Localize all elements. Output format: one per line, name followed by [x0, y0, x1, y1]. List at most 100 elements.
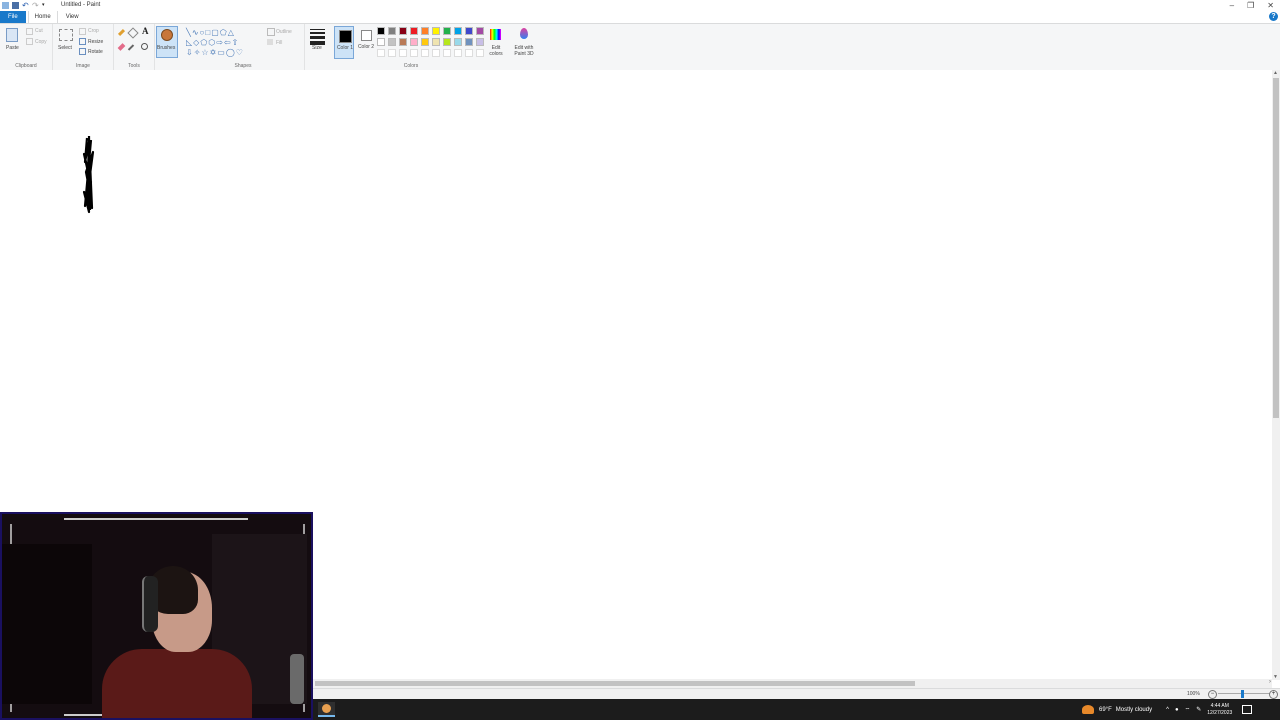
palette-swatch[interactable] — [432, 49, 440, 57]
shapes-gallery[interactable]: ╲∿○□▢⬠△ ◺◇⬠⬡⇨⇦⇧ ⇩✧☆✡▭◯♡ — [186, 28, 258, 57]
magnifier-icon[interactable] — [141, 43, 148, 50]
palette-swatch[interactable] — [476, 38, 484, 46]
palette-swatch[interactable] — [388, 49, 396, 57]
tab-file[interactable]: File — [0, 11, 26, 23]
palette-swatch[interactable] — [377, 49, 385, 57]
horizontal-scroll-thumb[interactable] — [315, 681, 915, 686]
edit-with-paint3d-button[interactable]: Edit with Paint 3D — [511, 45, 537, 57]
notifications-icon[interactable] — [1242, 705, 1253, 714]
redo-icon[interactable]: ↷ — [32, 2, 39, 10]
callout-shape-icon[interactable]: ▭ — [217, 48, 226, 57]
scroll-down-icon[interactable]: ▼ — [1273, 674, 1278, 680]
color2-button[interactable]: Color 2 — [356, 26, 376, 59]
zoom-out-icon[interactable]: − — [1208, 690, 1217, 699]
pencil-icon[interactable] — [117, 28, 126, 37]
color1-button[interactable]: Color 1 — [334, 26, 354, 59]
paint-taskbar-icon[interactable] — [318, 702, 335, 717]
palette-swatch[interactable] — [410, 38, 418, 46]
customize-qat-icon[interactable]: ▾ — [42, 2, 49, 9]
palette-swatch[interactable] — [421, 49, 429, 57]
palette-swatch[interactable] — [454, 27, 462, 35]
up-arrow-shape-icon[interactable]: ⇧ — [232, 38, 240, 47]
palette-swatch[interactable] — [410, 27, 418, 35]
restore-button[interactable]: ❐ — [1247, 1, 1254, 10]
palette-swatch[interactable] — [432, 38, 440, 46]
resize-button[interactable]: Resize — [88, 39, 103, 45]
zoom-slider[interactable] — [1218, 693, 1270, 694]
five-point-star-shape-icon[interactable]: ☆ — [201, 48, 209, 57]
zoom-slider-thumb[interactable] — [1241, 690, 1244, 698]
curve-shape-icon[interactable]: ∿ — [192, 28, 200, 37]
palette-swatch[interactable] — [399, 27, 407, 35]
rounded-rectangle-shape-icon[interactable]: ▢ — [211, 28, 220, 37]
palette-swatch[interactable] — [399, 49, 407, 57]
palette-swatch[interactable] — [421, 38, 429, 46]
palette-swatch[interactable] — [399, 38, 407, 46]
edit-colors-icon[interactable] — [490, 29, 501, 40]
vertical-scroll-thumb[interactable] — [1273, 78, 1279, 418]
show-hidden-icons-icon[interactable]: ^ — [1166, 707, 1169, 713]
paint3d-icon[interactable] — [520, 28, 528, 39]
palette-swatch[interactable] — [454, 49, 462, 57]
select-button[interactable]: Select — [58, 45, 72, 51]
fill-bucket-icon[interactable] — [127, 27, 139, 39]
paste-button[interactable]: Paste — [6, 45, 19, 51]
horizontal-scrollbar[interactable]: › — [313, 679, 1272, 688]
right-arrow-shape-icon[interactable]: ⇨ — [216, 38, 224, 47]
palette-swatch[interactable] — [443, 38, 451, 46]
left-arrow-shape-icon[interactable]: ⇦ — [224, 38, 232, 47]
clock[interactable]: 4:44 AM 12/27/2023 — [1207, 703, 1232, 717]
close-button[interactable]: ✕ — [1267, 1, 1274, 10]
triangle-shape-icon[interactable]: △ — [228, 28, 235, 37]
brushes-button[interactable]: Brushes — [155, 24, 181, 70]
vertical-scrollbar[interactable]: ▲ ▼ — [1272, 70, 1280, 680]
eraser-icon[interactable] — [117, 43, 126, 51]
palette-swatch[interactable] — [432, 27, 440, 35]
copy-button[interactable]: Copy — [35, 39, 47, 45]
oval-callout-shape-icon[interactable]: ◯ — [226, 48, 236, 57]
fill-button[interactable]: Fill — [276, 40, 282, 46]
cut-button[interactable]: Cut — [35, 28, 43, 34]
palette-swatch[interactable] — [443, 49, 451, 57]
heart-shape-icon[interactable]: ♡ — [236, 48, 244, 57]
polygon-shape-icon[interactable]: ⬠ — [220, 28, 228, 37]
scroll-right-icon[interactable]: › — [1269, 679, 1271, 685]
select-icon[interactable] — [59, 29, 73, 41]
paste-icon[interactable] — [6, 28, 18, 42]
palette-swatch[interactable] — [465, 38, 473, 46]
palette-swatch[interactable] — [443, 27, 451, 35]
palette-swatch[interactable] — [476, 27, 484, 35]
palette-swatch[interactable] — [476, 49, 484, 57]
zoom-in-icon[interactable]: + — [1269, 690, 1278, 699]
palette-swatch[interactable] — [388, 38, 396, 46]
save-icon[interactable] — [12, 2, 19, 9]
pen-icon[interactable]: ✎ — [1196, 706, 1201, 713]
palette-swatch[interactable] — [465, 49, 473, 57]
outline-button[interactable]: Outline — [276, 29, 292, 35]
weather-temp[interactable]: 69°F — [1099, 707, 1112, 713]
edit-colors-button[interactable]: Edit colors — [487, 45, 505, 57]
palette-swatch[interactable] — [410, 49, 418, 57]
palette-swatch[interactable] — [388, 27, 396, 35]
crop-button[interactable]: Crop — [88, 28, 99, 34]
weather-description[interactable]: Mostly cloudy — [1116, 707, 1152, 713]
palette-swatch[interactable] — [465, 27, 473, 35]
size-button[interactable]: Size — [305, 24, 330, 70]
minimize-button[interactable]: – — [1230, 1, 1234, 10]
network-icon[interactable]: ⌔ — [1185, 706, 1191, 714]
down-arrow-shape-icon[interactable]: ⇩ — [186, 48, 194, 57]
palette-swatch[interactable] — [421, 27, 429, 35]
scroll-up-icon[interactable]: ▲ — [1273, 70, 1278, 76]
palette-swatch[interactable] — [454, 38, 462, 46]
help-icon[interactable]: ? — [1269, 12, 1278, 21]
microphone-icon[interactable]: ● — [1175, 707, 1179, 713]
palette-swatch[interactable] — [377, 38, 385, 46]
undo-icon[interactable]: ↶ — [22, 2, 29, 10]
tab-view[interactable]: View — [60, 11, 85, 23]
weather-icon[interactable] — [1082, 705, 1094, 714]
tab-home[interactable]: Home — [27, 11, 58, 23]
rotate-button[interactable]: Rotate — [88, 49, 103, 55]
color-picker-icon[interactable] — [127, 44, 135, 51]
text-tool-icon[interactable]: A — [142, 26, 149, 36]
palette-swatch[interactable] — [377, 27, 385, 35]
